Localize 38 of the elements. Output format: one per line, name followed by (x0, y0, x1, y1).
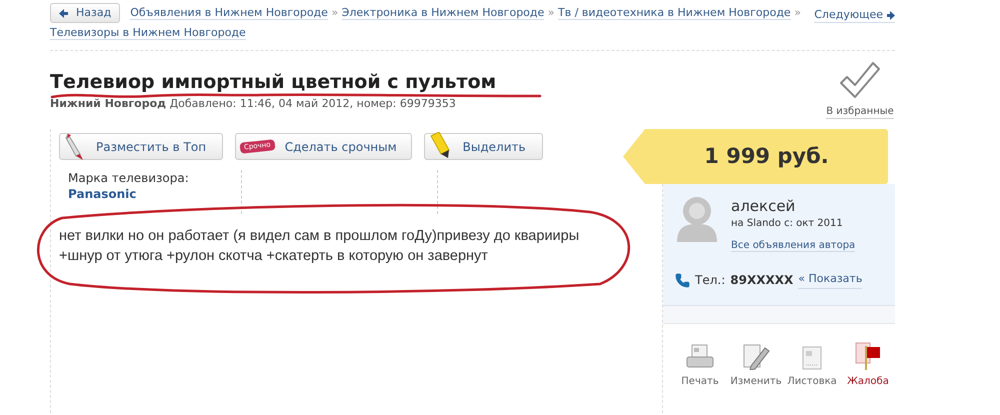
show-phone-link[interactable]: « Показать (798, 271, 862, 289)
breadcrumb-link[interactable]: Телевизоры в Нижнем Новгороде (50, 26, 246, 40)
phone-icon (675, 272, 690, 288)
breadcrumb-separator: » (794, 6, 801, 20)
listing-title: Телевиор импортный цветной с пультом (50, 70, 496, 96)
document-pencil-icon (741, 344, 771, 370)
action-link[interactable]: Изменить (731, 342, 781, 388)
phone-number: 89XXXXX (730, 272, 794, 290)
listing-meta: Добавлено: 11:46, 04 май 2012, номер: 69979353 (170, 97, 456, 110)
printer-icon (685, 344, 715, 370)
breadcrumb-separator: » (331, 6, 338, 20)
seller-name: алексей (731, 196, 796, 216)
attribute-label: Марка телевизора: (68, 170, 190, 186)
action-link[interactable]: Жалоба (843, 342, 893, 388)
next-link[interactable]: Следующее (814, 8, 895, 23)
flag-icon (855, 342, 881, 370)
attribute-value: Panasonic (68, 186, 138, 202)
action-link[interactable]: Листовка (787, 342, 837, 388)
breadcrumb-link[interactable]: Объявления в Нижнем Новгороде (130, 6, 328, 20)
listing-city: Нижний Новгород (50, 97, 166, 110)
phone-label: Тел.: (695, 272, 726, 290)
breadcrumb-link[interactable]: Тв / видеотехника в Нижнем Новгороде (558, 6, 791, 20)
arrow-left-icon (59, 8, 68, 18)
arrow-right-icon (887, 10, 895, 20)
price: 1 999 руб. (704, 142, 829, 170)
action-link[interactable]: Печать (675, 342, 725, 388)
listing-description: нет вилки но он работает (я видел сам в прошлом гоДу)привезу до кварииры +шнур от утюга +рулон скотча +скатерть в которую он завернут (58, 227, 580, 266)
all-ads-link[interactable]: Все объявления автора (731, 240, 856, 252)
breadcrumb-separator: » (548, 6, 555, 20)
back-button[interactable]: Назад (50, 3, 120, 23)
checkmark-icon[interactable] (839, 61, 881, 100)
promo-button[interactable]: Выделить (424, 133, 543, 160)
favorites-link[interactable]: В избранные (826, 105, 894, 120)
seller-since: на Slando с: окт 2011 (731, 217, 844, 232)
promo-button[interactable]: Разместить в Топ (59, 133, 224, 160)
document-icon (802, 346, 822, 370)
breadcrumb-link[interactable]: Электроника в Нижнем Новгороде (342, 6, 544, 20)
avatar-icon (675, 196, 719, 242)
